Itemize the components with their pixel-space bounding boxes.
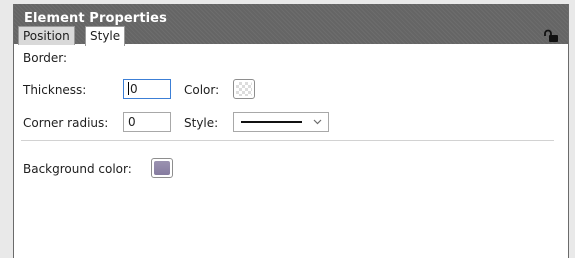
panel-title: Element Properties — [24, 11, 167, 26]
section-divider — [21, 140, 554, 141]
thickness-value: 0 — [130, 82, 138, 96]
thickness-input[interactable]: 0 — [123, 79, 171, 99]
element-properties-panel: Element Properties Position Style Border… — [13, 4, 569, 258]
text-caret — [128, 82, 129, 95]
border-section-label: Border: — [23, 51, 68, 65]
corner-radius-input[interactable]: 0 — [123, 112, 171, 132]
border-color-label: Color: — [184, 83, 220, 97]
border-style-dropdown[interactable] — [233, 112, 329, 132]
tab-position[interactable]: Position — [18, 26, 75, 45]
border-color-swatch[interactable] — [233, 79, 255, 99]
transparent-color-preview — [236, 82, 252, 96]
solid-line-preview — [241, 121, 302, 123]
background-color-swatch[interactable] — [151, 158, 173, 178]
panel-header: Element Properties Position Style — [14, 4, 568, 46]
thickness-label: Thickness: — [23, 83, 87, 97]
corner-radius-label: Corner radius: — [23, 116, 109, 130]
border-style-label: Style: — [184, 116, 219, 130]
tab-style[interactable]: Style — [85, 26, 126, 46]
unlock-icon[interactable] — [543, 29, 559, 42]
chevron-down-icon — [313, 119, 322, 125]
background-color-preview — [154, 161, 170, 175]
background-color-label: Background color: — [23, 162, 132, 176]
